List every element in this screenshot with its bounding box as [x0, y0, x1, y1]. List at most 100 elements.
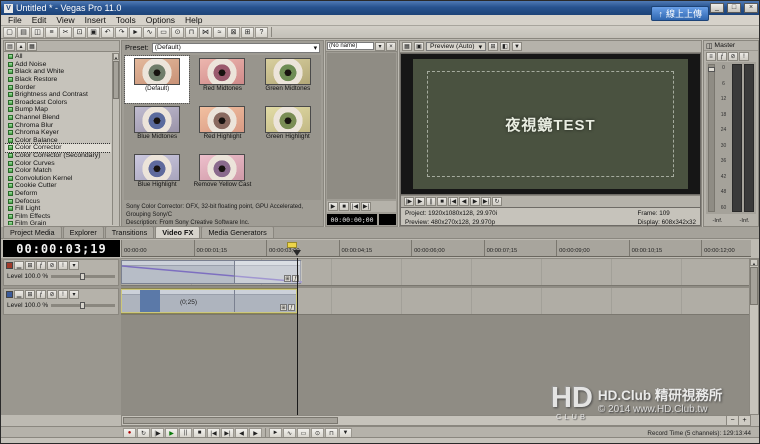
paste-button[interactable]: ▣	[87, 27, 100, 38]
mixer-properties-button[interactable]: ≡	[706, 52, 716, 61]
track-solo-button[interactable]: !	[58, 261, 68, 270]
plugin-tree-item[interactable]: Color Balance	[5, 137, 111, 145]
track-solo-button[interactable]: !	[58, 290, 68, 299]
play-button[interactable]: ▶	[415, 197, 425, 206]
maximize-button[interactable]: □	[727, 3, 741, 13]
play-button[interactable]: ▶	[328, 202, 338, 211]
preset-item[interactable]: Blue Highlight	[125, 152, 189, 199]
level-slider[interactable]	[51, 275, 115, 278]
track-mute-button[interactable]: ⊘	[47, 290, 57, 299]
mixer-fx-button[interactable]: ƒ	[717, 52, 727, 61]
track-motion-button[interactable]: ⊞	[25, 290, 35, 299]
preview-quality-button[interactable]: ▣	[414, 42, 424, 51]
timeline-track-area[interactable]: ⊞ ƒ (0;25) ⊞ ƒ	[121, 258, 751, 415]
preset-item[interactable]: (Default)	[125, 56, 189, 103]
event-fx-icon[interactable]: ƒ	[288, 304, 295, 311]
split-screen-view-button[interactable]: ◧	[500, 42, 510, 51]
envelope-edit-tool-button[interactable]: ∿	[143, 27, 156, 38]
loop-playback-button[interactable]: ↻	[492, 197, 502, 206]
mixer-mute-button[interactable]: ⊘	[728, 52, 738, 61]
close-button[interactable]: ×	[744, 3, 758, 13]
scroll-up-icon[interactable]: ▲	[113, 53, 119, 60]
dock-tab[interactable]: Media Generators	[201, 226, 273, 238]
go-to-start-button[interactable]: |◀	[350, 202, 360, 211]
project-video-properties-button[interactable]: ▦	[402, 42, 412, 51]
grab-frame-button[interactable]: ▼	[512, 42, 522, 51]
fader-handle[interactable]	[708, 67, 715, 72]
video-event-1[interactable]: ⊞ ƒ	[121, 260, 301, 284]
loop-region-marker[interactable]	[287, 242, 297, 248]
event-sub-clip-block[interactable]	[140, 290, 160, 312]
playhead-cursor[interactable]	[297, 258, 298, 415]
track-motion-button[interactable]: ⊞	[25, 261, 35, 270]
scroll-up-icon[interactable]: ▲	[750, 259, 758, 266]
normal-edit-tool-button[interactable]: ►	[129, 27, 142, 38]
zoom-out-time-button[interactable]: −	[726, 416, 738, 425]
go-to-end-button[interactable]: ▶|	[361, 202, 371, 211]
plugin-tree-item[interactable]: Bump Map	[5, 106, 111, 114]
plugin-tree-item[interactable]: Brightness and Contrast	[5, 91, 111, 99]
copy-button[interactable]: ⊡	[73, 27, 86, 38]
plugin-tree-item[interactable]: Fill Light	[5, 205, 111, 213]
plugin-tree-item[interactable]: Chroma Keyer	[5, 129, 111, 137]
previous-frame-button[interactable]: ◀	[459, 197, 469, 206]
stop-button[interactable]: ■	[339, 202, 349, 211]
level-slider[interactable]	[51, 304, 115, 307]
track-header-2[interactable]: ▁ ⊞ ƒ ⊘ ! ▾ Level 100.0 %	[3, 288, 119, 315]
time-ruler[interactable]: 00:00:00 00:00:01;15 00:00:03;00 00:00:0…	[121, 240, 751, 257]
plugin-tree-item[interactable]: Film Effects	[5, 212, 111, 220]
track-header-1[interactable]: ▁ ⊞ ƒ ⊘ ! ▾ Level 100.0 %	[3, 259, 119, 286]
menu-item[interactable]: Help	[180, 15, 207, 25]
zoom-in-time-button[interactable]: +	[738, 416, 750, 425]
plugin-tree-item[interactable]: Defocus	[5, 197, 111, 205]
automation-settings-button[interactable]: ▾	[69, 261, 79, 270]
save-button[interactable]: ◫	[31, 27, 44, 38]
event-pan-crop-icon[interactable]: ⊞	[284, 275, 291, 282]
timeline-vertical-scrollbar[interactable]: ▲	[749, 258, 759, 415]
preset-combobox[interactable]: (Default) ▾	[152, 43, 320, 53]
plugin-tree-item[interactable]: Color Curves	[5, 159, 111, 167]
minimize-button[interactable]: _	[710, 3, 724, 13]
trimmer-options-button[interactable]: ▾	[375, 42, 385, 51]
track-minimize-button[interactable]: ▁	[14, 290, 24, 299]
new-project-button[interactable]: ▢	[3, 27, 16, 38]
menu-item[interactable]: View	[51, 15, 79, 25]
plugin-tree-item[interactable]: Chroma Blur	[5, 121, 111, 129]
trimmer-timecode-display[interactable]: 00:00:00;00	[327, 214, 377, 225]
next-frame-button[interactable]: ▶	[470, 197, 480, 206]
preset-item[interactable]: Red Highlight	[190, 104, 254, 151]
cursor-caret-icon[interactable]	[293, 250, 301, 256]
preset-item[interactable]: Blue Midtones	[125, 104, 189, 151]
level-slider-handle[interactable]	[80, 302, 85, 309]
overlays-button[interactable]: ⊞	[488, 42, 498, 51]
folder-icon[interactable]: ▤	[5, 42, 15, 51]
track-fx-button[interactable]: ƒ	[36, 290, 46, 299]
open-button[interactable]: ▤	[17, 27, 30, 38]
preset-item[interactable]: Green Midtones	[256, 56, 320, 103]
plugin-tree-item[interactable]: Border	[5, 83, 111, 91]
menu-item[interactable]: Tools	[111, 15, 141, 25]
plugin-tree-item[interactable]: Broadcast Colors	[5, 99, 111, 107]
track-lane-1[interactable]: ⊞ ƒ	[121, 259, 751, 286]
master-volume-fader[interactable]	[708, 64, 715, 212]
menu-item[interactable]: Insert	[80, 15, 111, 25]
plugin-tree-scrollbar[interactable]: ▲	[112, 53, 119, 225]
lock-envelopes-button[interactable]: ⊠	[227, 27, 240, 38]
trimmer-close-button[interactable]: ×	[386, 42, 396, 51]
dock-tab[interactable]: Explorer	[63, 226, 104, 238]
event-pan-crop-icon[interactable]: ⊞	[280, 304, 287, 311]
scrollbar-thumb[interactable]	[750, 267, 758, 305]
track-minimize-button[interactable]: ▁	[14, 261, 24, 270]
preset-item[interactable]: Green Highlight	[256, 104, 320, 151]
preview-quality-dropdown[interactable]: Preview (Auto) ▾	[426, 42, 486, 51]
dock-tab[interactable]: Project Media	[3, 226, 62, 238]
automation-settings-button[interactable]: ▾	[69, 290, 79, 299]
preset-item[interactable]: Remove Yellow Cast	[190, 152, 254, 199]
plugin-tree-item[interactable]: Film Grain	[5, 220, 111, 225]
zoom-edit-tool-button[interactable]: ⊙	[171, 27, 184, 38]
stop-button[interactable]: ■	[437, 197, 447, 206]
plugin-tree-item[interactable]: Color Corrector	[5, 144, 111, 152]
pause-button[interactable]: ||	[426, 197, 436, 206]
plugin-tree-item[interactable]: Color Match	[5, 167, 111, 175]
track-mute-button[interactable]: ⊘	[47, 261, 57, 270]
